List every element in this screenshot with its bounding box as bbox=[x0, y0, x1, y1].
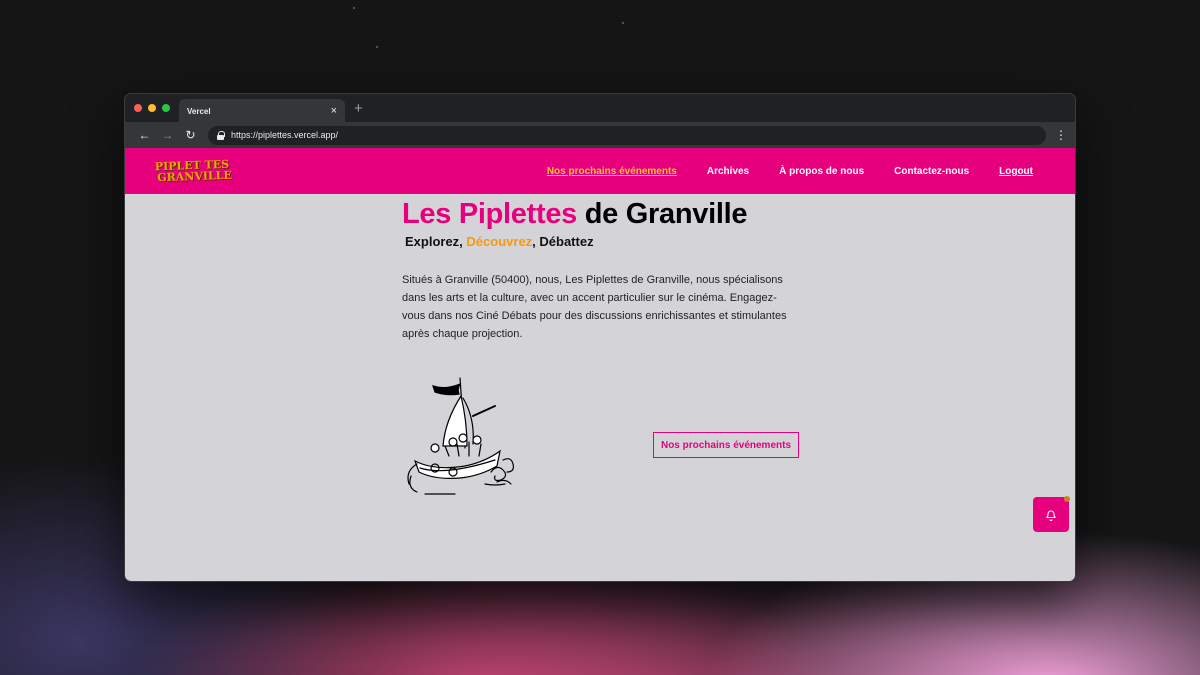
tab-title: Vercel bbox=[187, 106, 211, 116]
title-highlight: Les Piplettes bbox=[402, 198, 577, 230]
nav-logout[interactable]: Logout bbox=[999, 166, 1033, 177]
hero-description: Situés à Granville (50400), nous, Les Pi… bbox=[402, 274, 787, 340]
back-icon[interactable]: ← bbox=[133, 128, 156, 142]
boat-illustration bbox=[407, 377, 514, 495]
notification-dot bbox=[1064, 496, 1070, 502]
browser-tab[interactable]: Vercel × bbox=[179, 99, 345, 123]
window-controls bbox=[134, 104, 170, 112]
page-viewport: PIPLET TES GRANVILLE Nos prochains événe… bbox=[125, 148, 1075, 581]
site-logo[interactable]: PIPLET TES GRANVILLE bbox=[155, 158, 233, 185]
notification-button[interactable] bbox=[1033, 496, 1070, 532]
hero-section: Les Piplettes de Granville Explorez, Déc… bbox=[402, 198, 802, 343]
site-header: PIPLET TES GRANVILLE Nos prochains événe… bbox=[125, 148, 1075, 194]
tab-close-icon[interactable]: × bbox=[331, 105, 337, 117]
close-window-button[interactable] bbox=[134, 104, 142, 112]
url-text: https://piplettes.vercel.app/ bbox=[231, 130, 339, 140]
tagline-part-3: , Débattez bbox=[532, 234, 594, 249]
browser-window: Vercel × + ← → ↻ https://piplettes.verce… bbox=[124, 93, 1076, 582]
nav-contact[interactable]: Contactez-nous bbox=[894, 166, 969, 177]
browser-menu-icon[interactable]: ⋮ bbox=[1055, 128, 1067, 142]
tagline-part-2: Découvrez bbox=[466, 234, 533, 249]
address-bar[interactable]: https://piplettes.vercel.app/ bbox=[208, 125, 1046, 145]
tagline: Explorez, Découvrez, Débattez bbox=[405, 234, 802, 249]
new-tab-button[interactable]: + bbox=[354, 100, 363, 117]
page-title: Les Piplettes de Granville bbox=[402, 198, 802, 231]
maximize-window-button[interactable] bbox=[162, 104, 170, 112]
main-nav: Nos prochains événements Archives À prop… bbox=[547, 166, 1075, 177]
tab-bar: Vercel × + bbox=[125, 94, 1075, 123]
logo-line-2: GRANVILLE bbox=[156, 168, 233, 185]
nav-about[interactable]: À propos de nous bbox=[779, 166, 864, 177]
minimize-window-button[interactable] bbox=[148, 104, 156, 112]
nav-archives[interactable]: Archives bbox=[707, 166, 749, 177]
bell-icon bbox=[1046, 510, 1056, 521]
browser-toolbar: ← → ↻ https://piplettes.vercel.app/ ⋮ bbox=[125, 122, 1075, 148]
forward-icon[interactable]: → bbox=[156, 128, 179, 142]
nav-upcoming-events[interactable]: Nos prochains événements bbox=[547, 166, 677, 177]
upcoming-events-button[interactable]: Nos prochains événements bbox=[653, 432, 799, 458]
reload-icon[interactable]: ↻ bbox=[179, 128, 202, 142]
tagline-part-1: Explorez, bbox=[405, 234, 467, 249]
title-rest: de Granville bbox=[577, 198, 748, 230]
lock-icon bbox=[217, 131, 225, 140]
